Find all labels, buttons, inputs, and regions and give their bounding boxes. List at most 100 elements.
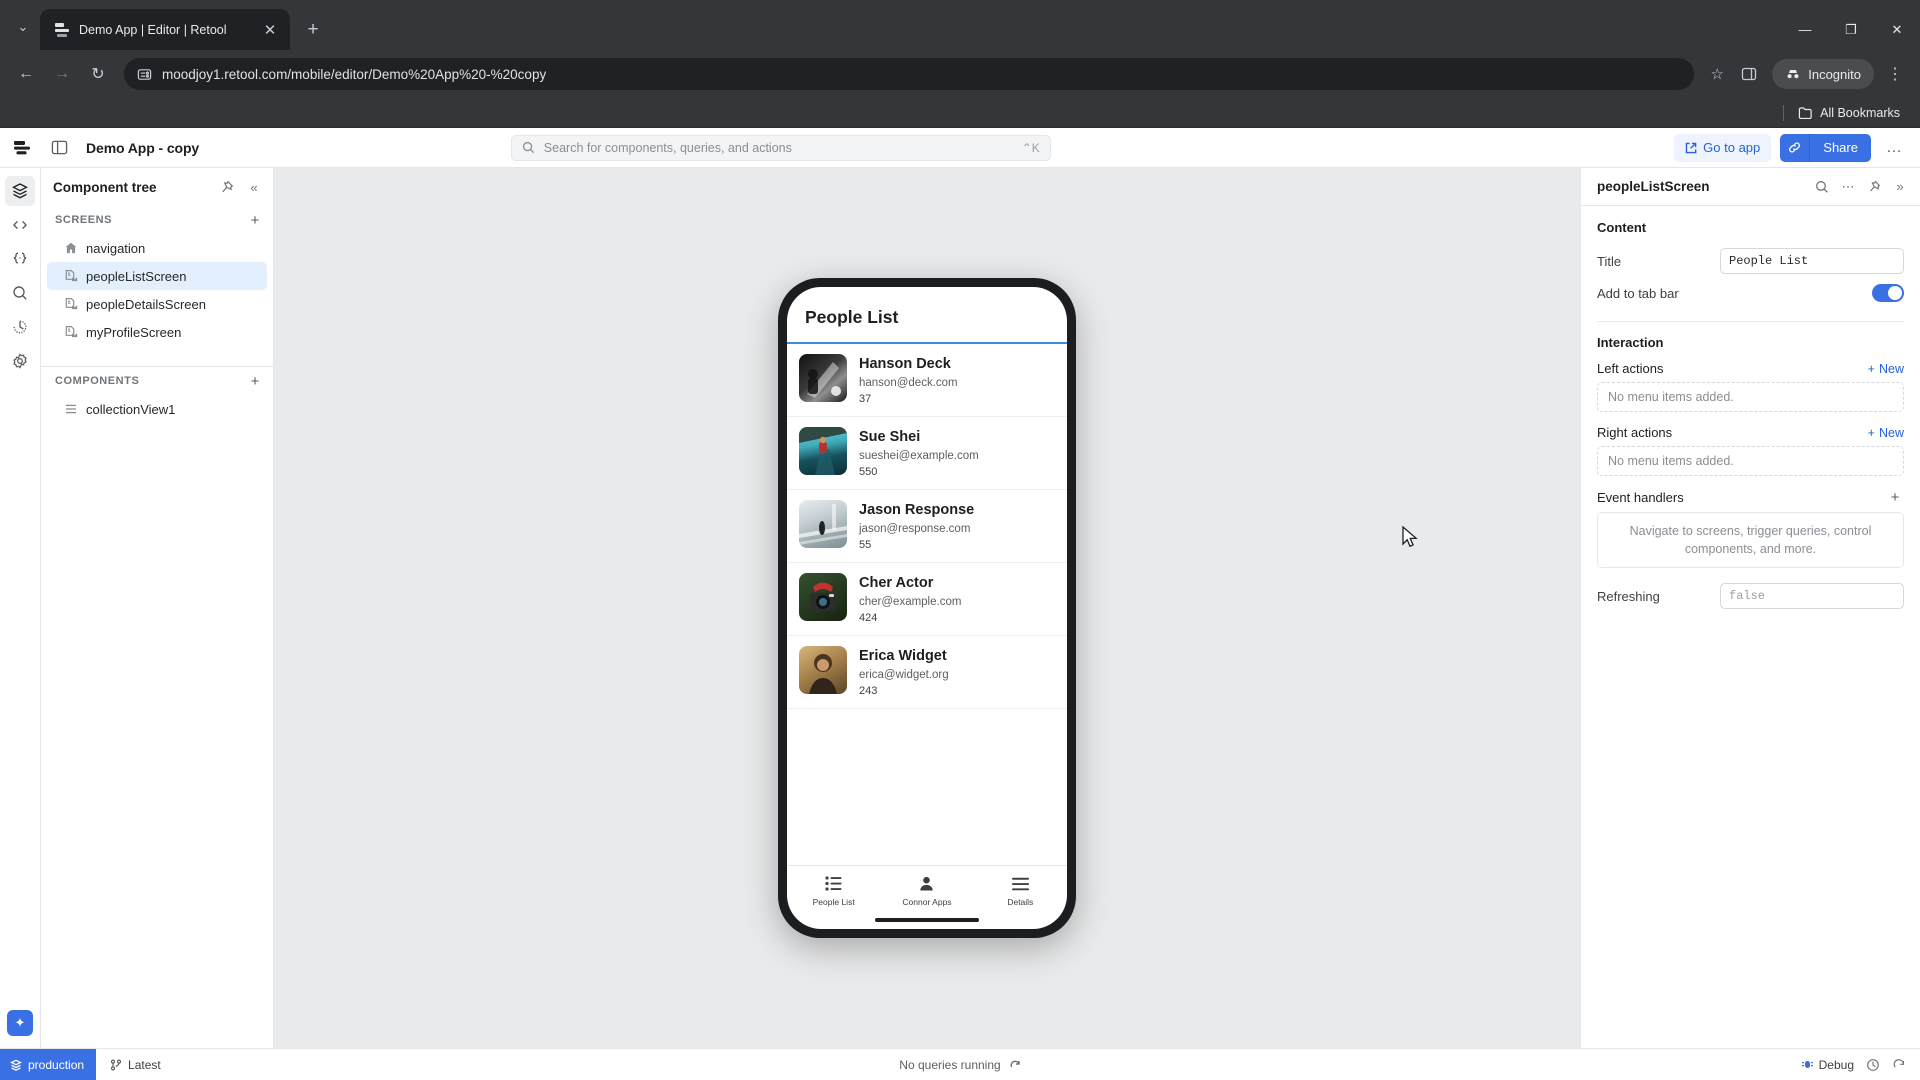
- person-number: 550: [859, 465, 878, 478]
- tab-close-icon[interactable]: ✕: [260, 20, 280, 40]
- person-name: Erica Widget: [859, 648, 947, 665]
- restore-icon[interactable]: [1892, 1058, 1906, 1072]
- share-button-group[interactable]: Share: [1780, 133, 1871, 162]
- sidebar-item-collectionView1[interactable]: collectionView1: [47, 395, 267, 423]
- phone-tab-people-list[interactable]: People List: [787, 875, 880, 907]
- rail-item-layers[interactable]: [5, 176, 35, 206]
- sidebar-item-label: peopleListScreen: [86, 268, 187, 284]
- new-tab-button[interactable]: +: [298, 15, 328, 45]
- url-text: moodjoy1.retool.com/mobile/editor/Demo%2…: [162, 66, 547, 82]
- retool-logo-icon[interactable]: [6, 132, 38, 164]
- history-icon[interactable]: [1866, 1058, 1880, 1072]
- rail-item-settings[interactable]: [5, 346, 35, 376]
- section-divider: [1597, 321, 1904, 322]
- browser-tab[interactable]: Demo App | Editor | Retool ✕: [40, 9, 290, 50]
- screen-icon: [63, 325, 78, 340]
- search-icon[interactable]: [1810, 175, 1834, 199]
- rail-item-history[interactable]: [5, 312, 35, 342]
- rail-item-code[interactable]: [5, 210, 35, 240]
- bookmark-star-icon[interactable]: ☆: [1704, 65, 1730, 83]
- left-actions-empty[interactable]: No menu items added.: [1597, 382, 1904, 412]
- avatar: [799, 427, 847, 476]
- go-to-app-label: Go to app: [1703, 140, 1761, 155]
- add-to-tab-bar-toggle[interactable]: [1872, 284, 1904, 302]
- add-event-handler-button[interactable]: +: [1886, 489, 1904, 506]
- side-panel-icon[interactable]: [1734, 59, 1764, 89]
- window-minimize-button[interactable]: —: [1782, 9, 1828, 50]
- refreshing-row: Refreshing false: [1597, 581, 1904, 611]
- left-actions-new-button[interactable]: + New: [1868, 362, 1904, 376]
- browser-menu-icon[interactable]: ⋮: [1880, 58, 1910, 90]
- branch-selector[interactable]: Latest: [96, 1058, 175, 1072]
- ai-assistant-button[interactable]: ✦: [7, 1010, 33, 1036]
- sidebar-item-navigation[interactable]: navigation: [47, 234, 267, 262]
- inspector-body: Content Title People List Add to tab bar…: [1581, 206, 1920, 613]
- refreshing-input[interactable]: false: [1720, 583, 1904, 610]
- collection-view[interactable]: Hanson Deck hanson@deck.com 37 Sue Shei …: [787, 342, 1067, 865]
- right-actions-new-button[interactable]: + New: [1868, 426, 1904, 440]
- person-email: cher@example.com: [859, 595, 962, 608]
- back-icon[interactable]: ←: [10, 58, 42, 90]
- sidebar-item-peopleListScreen[interactable]: peopleListScreen: [47, 262, 267, 290]
- all-bookmarks-button[interactable]: All Bookmarks: [1792, 106, 1906, 120]
- share-button[interactable]: Share: [1810, 133, 1871, 162]
- global-search-placeholder: Search for components, queries, and acti…: [543, 140, 792, 155]
- event-handlers-header: Event handlers +: [1597, 489, 1904, 506]
- inspector-header: peopleListScreen ⋯ »: [1581, 168, 1920, 206]
- pin-icon[interactable]: [1862, 175, 1886, 199]
- header-more-icon[interactable]: …: [1880, 134, 1908, 162]
- sidebar-item-peopleDetailsScreen[interactable]: peopleDetailsScreen: [47, 290, 267, 318]
- pin-icon[interactable]: [215, 176, 237, 198]
- more-icon[interactable]: ⋯: [1836, 175, 1860, 199]
- toggle-left-panel-icon[interactable]: [44, 133, 74, 163]
- list-item[interactable]: Hanson Deck hanson@deck.com 37: [787, 344, 1067, 418]
- person-number: 37: [859, 392, 872, 405]
- right-actions-empty[interactable]: No menu items added.: [1597, 446, 1904, 476]
- title-row: Title People List: [1597, 246, 1904, 276]
- environment-selector[interactable]: production: [0, 1048, 97, 1080]
- list-item[interactable]: Jason Response jason@response.com 55: [787, 490, 1067, 564]
- global-search-input[interactable]: Search for components, queries, and acti…: [510, 134, 1051, 161]
- tab-search-chevron-icon[interactable]: ⌄: [6, 7, 40, 47]
- sidebar-item-myProfileScreen[interactable]: myProfileScreen: [47, 318, 267, 346]
- home-indicator: [787, 911, 1067, 929]
- address-bar[interactable]: moodjoy1.retool.com/mobile/editor/Demo%2…: [124, 58, 1695, 90]
- canvas[interactable]: People List Hanson Deck hanson@deck.com …: [274, 168, 1580, 1048]
- rail-item-search[interactable]: [5, 278, 35, 308]
- screens-label: SCREENS: [55, 214, 113, 226]
- forward-icon[interactable]: →: [46, 58, 78, 90]
- add-to-tab-bar-label: Add to tab bar: [1597, 285, 1679, 301]
- incognito-indicator[interactable]: Incognito: [1772, 59, 1874, 89]
- share-link-icon[interactable]: [1780, 133, 1811, 162]
- plus-icon: +: [1867, 425, 1875, 440]
- site-settings-icon[interactable]: [136, 66, 152, 82]
- component-tree-panel: Component tree « SCREENS + navigation pe…: [41, 168, 274, 1048]
- header-actions: Go to app Share …: [1674, 133, 1920, 162]
- reload-icon[interactable]: ↻: [82, 58, 114, 90]
- phone-tab-connor-apps[interactable]: Connor Apps: [880, 875, 973, 907]
- list-item[interactable]: Sue Shei sueshei@example.com 550: [787, 417, 1067, 491]
- left-actions-header: Left actions + New: [1597, 361, 1904, 376]
- title-input[interactable]: People List: [1720, 248, 1904, 274]
- bookmarks-separator: [1783, 104, 1785, 121]
- search-shortcut-hint: ⌃K: [1021, 140, 1040, 155]
- sidebar-item-label: peopleDetailsScreen: [86, 296, 206, 312]
- go-to-app-button[interactable]: Go to app: [1674, 133, 1772, 162]
- sidebar-item-label: navigation: [86, 240, 146, 256]
- event-handlers-empty[interactable]: Navigate to screens, trigger queries, co…: [1597, 512, 1904, 569]
- add-component-button[interactable]: +: [245, 371, 265, 391]
- window-close-button[interactable]: ✕: [1874, 9, 1920, 50]
- phone-tab-details[interactable]: Details: [974, 875, 1067, 907]
- list-item[interactable]: Cher Actor cher@example.com 424: [787, 563, 1067, 637]
- add-screen-button[interactable]: +: [245, 210, 265, 230]
- list-item[interactable]: Erica Widget erica@widget.org 243: [787, 636, 1067, 710]
- collapse-panel-icon[interactable]: «: [243, 176, 265, 198]
- phone-tab-label: Connor Apps: [902, 897, 952, 907]
- expand-panel-icon[interactable]: »: [1888, 175, 1912, 199]
- screens-section-header: SCREENS +: [41, 206, 273, 234]
- component-tree-title: Component tree: [53, 179, 157, 195]
- window-maximize-button[interactable]: ❐: [1828, 9, 1874, 50]
- debug-button[interactable]: Debug: [1801, 1058, 1854, 1072]
- browser-tab-strip: ⌄ Demo App | Editor | Retool ✕ + — ❐ ✕: [0, 0, 1920, 50]
- rail-item-state[interactable]: [5, 244, 35, 274]
